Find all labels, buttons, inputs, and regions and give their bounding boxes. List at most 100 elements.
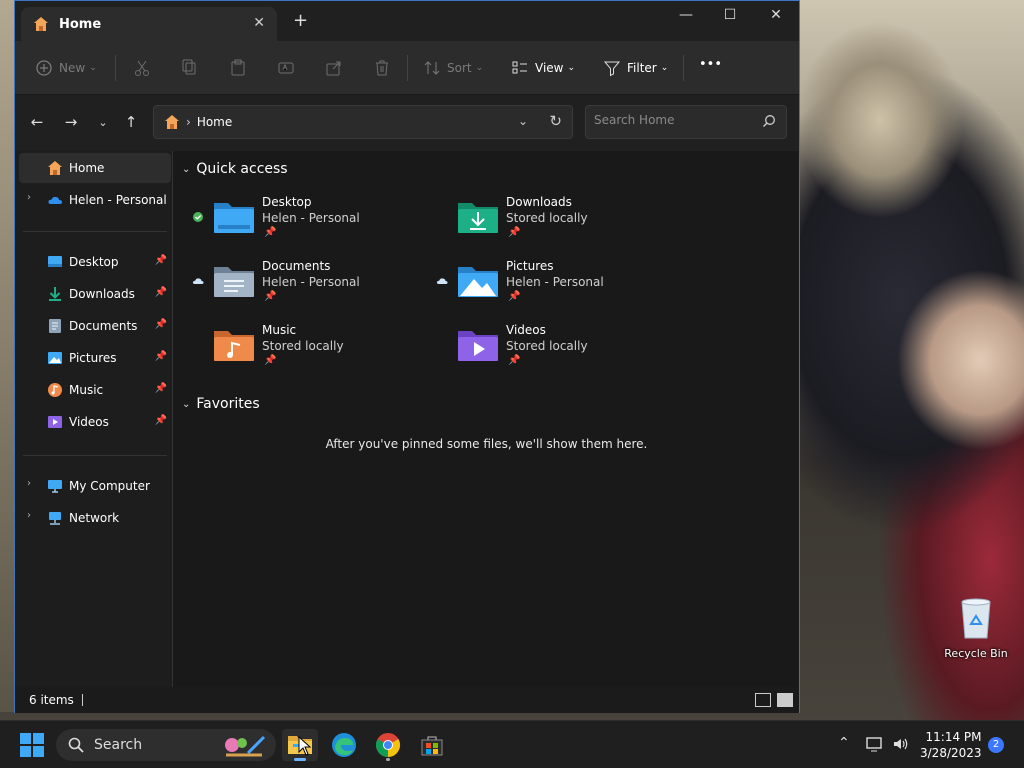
pin-icon[interactable]: 📌 (155, 415, 167, 426)
sidebar-item-videos[interactable]: Videos 📌 (19, 407, 171, 437)
maximize-button[interactable]: ☐ (715, 7, 745, 23)
copy-icon[interactable] (181, 59, 199, 77)
quick-access-tile-music[interactable]: Music Stored locally 📌 (212, 323, 432, 383)
delete-icon[interactable] (373, 59, 391, 77)
status-bar: 6 items (15, 687, 799, 713)
windows-start-icon[interactable] (20, 733, 44, 757)
taskbar-microsoft-store[interactable] (414, 729, 450, 761)
pin-icon[interactable]: 📌 (155, 351, 167, 362)
sidebar-item-label: Network (69, 511, 120, 525)
title-bar[interactable]: Home ✕ + — ☐ ✕ (15, 1, 799, 41)
pin-icon[interactable]: 📌 (155, 383, 167, 394)
pin-icon[interactable]: 📌 (155, 287, 167, 298)
sidebar-item-pictures[interactable]: Pictures 📌 (19, 343, 171, 373)
view-button[interactable]: View ⌄ (511, 59, 575, 77)
quick-access-tile-documents[interactable]: Documents Helen - Personal 📌 (192, 259, 432, 319)
home-icon (165, 115, 179, 129)
sidebar-item-downloads[interactable]: Downloads 📌 (19, 279, 171, 309)
new-button[interactable]: New ⌄ (35, 59, 97, 77)
search-box[interactable] (585, 105, 787, 139)
quick-access-tile-downloads[interactable]: Downloads Stored locally 📌 (456, 195, 676, 255)
back-arrow-icon[interactable]: ← (27, 113, 47, 131)
cut-icon[interactable] (133, 59, 151, 77)
music-folder-icon (214, 331, 254, 361)
chevron-down-icon: ⌄ (567, 63, 576, 73)
pin-icon[interactable]: 📌 (155, 319, 167, 330)
paste-icon[interactable] (229, 59, 247, 77)
sidebar-item-home[interactable]: Home (19, 153, 171, 183)
quick-access-tile-pictures[interactable]: Pictures Helen - Personal 📌 (436, 259, 676, 319)
tile-location: Helen - Personal (506, 275, 604, 289)
download-arrow-icon (49, 287, 61, 301)
sort-icon (424, 61, 440, 75)
tiles-view-icon[interactable] (777, 693, 793, 707)
recycle-bin-icon (961, 598, 991, 639)
sort-button[interactable]: Sort ⌄ (423, 59, 483, 77)
sidebar-item-my-computer[interactable]: › My Computer (19, 471, 171, 501)
pin-icon: 📌 (264, 291, 277, 302)
share-icon[interactable] (325, 59, 343, 77)
address-dropdown-chevron-icon[interactable]: ⌄ (518, 114, 528, 128)
active-app-indicator (294, 758, 306, 761)
sidebar-item-documents[interactable]: Documents 📌 (19, 311, 171, 341)
sidebar-item-onedrive[interactable]: › Helen - Personal (19, 185, 171, 215)
navigation-bar: ← → ⌄ ↑ › Home ⌄ ↻ (15, 95, 799, 151)
notification-badge[interactable]: 2 (988, 737, 1004, 753)
recent-locations-chevron-icon[interactable]: ⌄ (93, 116, 113, 129)
filter-button[interactable]: Filter ⌄ (603, 59, 668, 77)
desktop-icon-recycle-bin[interactable]: Recycle Bin (944, 596, 1008, 660)
show-hidden-icons-chevron-icon[interactable]: ⌃ (838, 735, 850, 751)
rename-icon[interactable] (277, 59, 295, 77)
quick-access-header[interactable]: ⌄ Quick access (182, 161, 288, 177)
onedrive-cloud-icon (48, 196, 62, 204)
content-pane: ⌄ Quick access Desktop Helen - Personal … (174, 151, 799, 687)
recycle-bin-label: Recycle Bin (944, 647, 1008, 660)
pin-icon: 📌 (264, 355, 277, 366)
search-input[interactable] (594, 113, 754, 127)
details-view-icon[interactable] (755, 693, 771, 707)
pin-icon: 📌 (508, 291, 521, 302)
sidebar-item-desktop[interactable]: Desktop 📌 (19, 247, 171, 277)
sidebar-item-label: Videos (69, 415, 109, 429)
new-plus-icon (36, 60, 52, 76)
new-label: New (59, 61, 86, 75)
pictures-folder-icon (458, 267, 498, 297)
sidebar-item-music[interactable]: Music 📌 (19, 375, 171, 405)
quick-access-tile-desktop[interactable]: Desktop Helen - Personal 📌 (193, 195, 432, 255)
pictures-icon (48, 352, 62, 364)
taskbar-search-box[interactable]: Search (56, 729, 276, 761)
taskbar-chrome[interactable] (370, 729, 406, 761)
sidebar-item-network[interactable]: › Network (19, 503, 171, 533)
taskbar-edge[interactable] (326, 729, 362, 761)
volume-icon[interactable] (892, 736, 910, 752)
favorites-header[interactable]: ⌄ Favorites (182, 396, 260, 412)
tab-home[interactable]: Home ✕ (21, 7, 277, 41)
downloads-folder-icon (458, 203, 498, 233)
chevron-down-icon: ⌄ (475, 63, 484, 73)
quick-access-tile-videos[interactable]: Videos Stored locally 📌 (456, 323, 676, 383)
pin-icon[interactable]: 📌 (155, 255, 167, 266)
tab-close-icon[interactable]: ✕ (253, 15, 265, 31)
command-bar: New ⌄ Sort ⌄ View ⌄ Filter ⌄ ••• (15, 41, 799, 95)
address-bar[interactable]: › Home ⌄ ↻ (153, 105, 573, 139)
search-icon[interactable] (762, 114, 776, 128)
forward-arrow-icon[interactable]: → (61, 113, 81, 131)
network-status-icon[interactable] (866, 736, 884, 752)
sidebar-item-label: Home (69, 161, 105, 175)
taskbar-search-label: Search (94, 737, 143, 753)
minimize-button[interactable]: — (671, 7, 701, 23)
breadcrumb-separator: › (186, 115, 191, 129)
system-clock[interactable]: 11:14 PM 3/28/2023 (920, 729, 982, 761)
breadcrumb-home[interactable]: Home (197, 115, 232, 129)
more-options-button[interactable]: ••• (699, 57, 722, 72)
tile-location: Stored locally (506, 211, 588, 225)
close-window-button[interactable]: ✕ (761, 7, 791, 23)
chevron-right-icon[interactable]: › (27, 192, 31, 203)
refresh-icon[interactable]: ↻ (549, 112, 562, 130)
chevron-right-icon[interactable]: › (27, 510, 31, 521)
new-tab-button[interactable]: + (293, 12, 308, 30)
desktop-folder-icon (214, 203, 254, 233)
chevron-right-icon[interactable]: › (27, 478, 31, 489)
clock-date: 3/28/2023 (920, 746, 982, 760)
up-arrow-icon[interactable]: ↑ (121, 113, 141, 131)
